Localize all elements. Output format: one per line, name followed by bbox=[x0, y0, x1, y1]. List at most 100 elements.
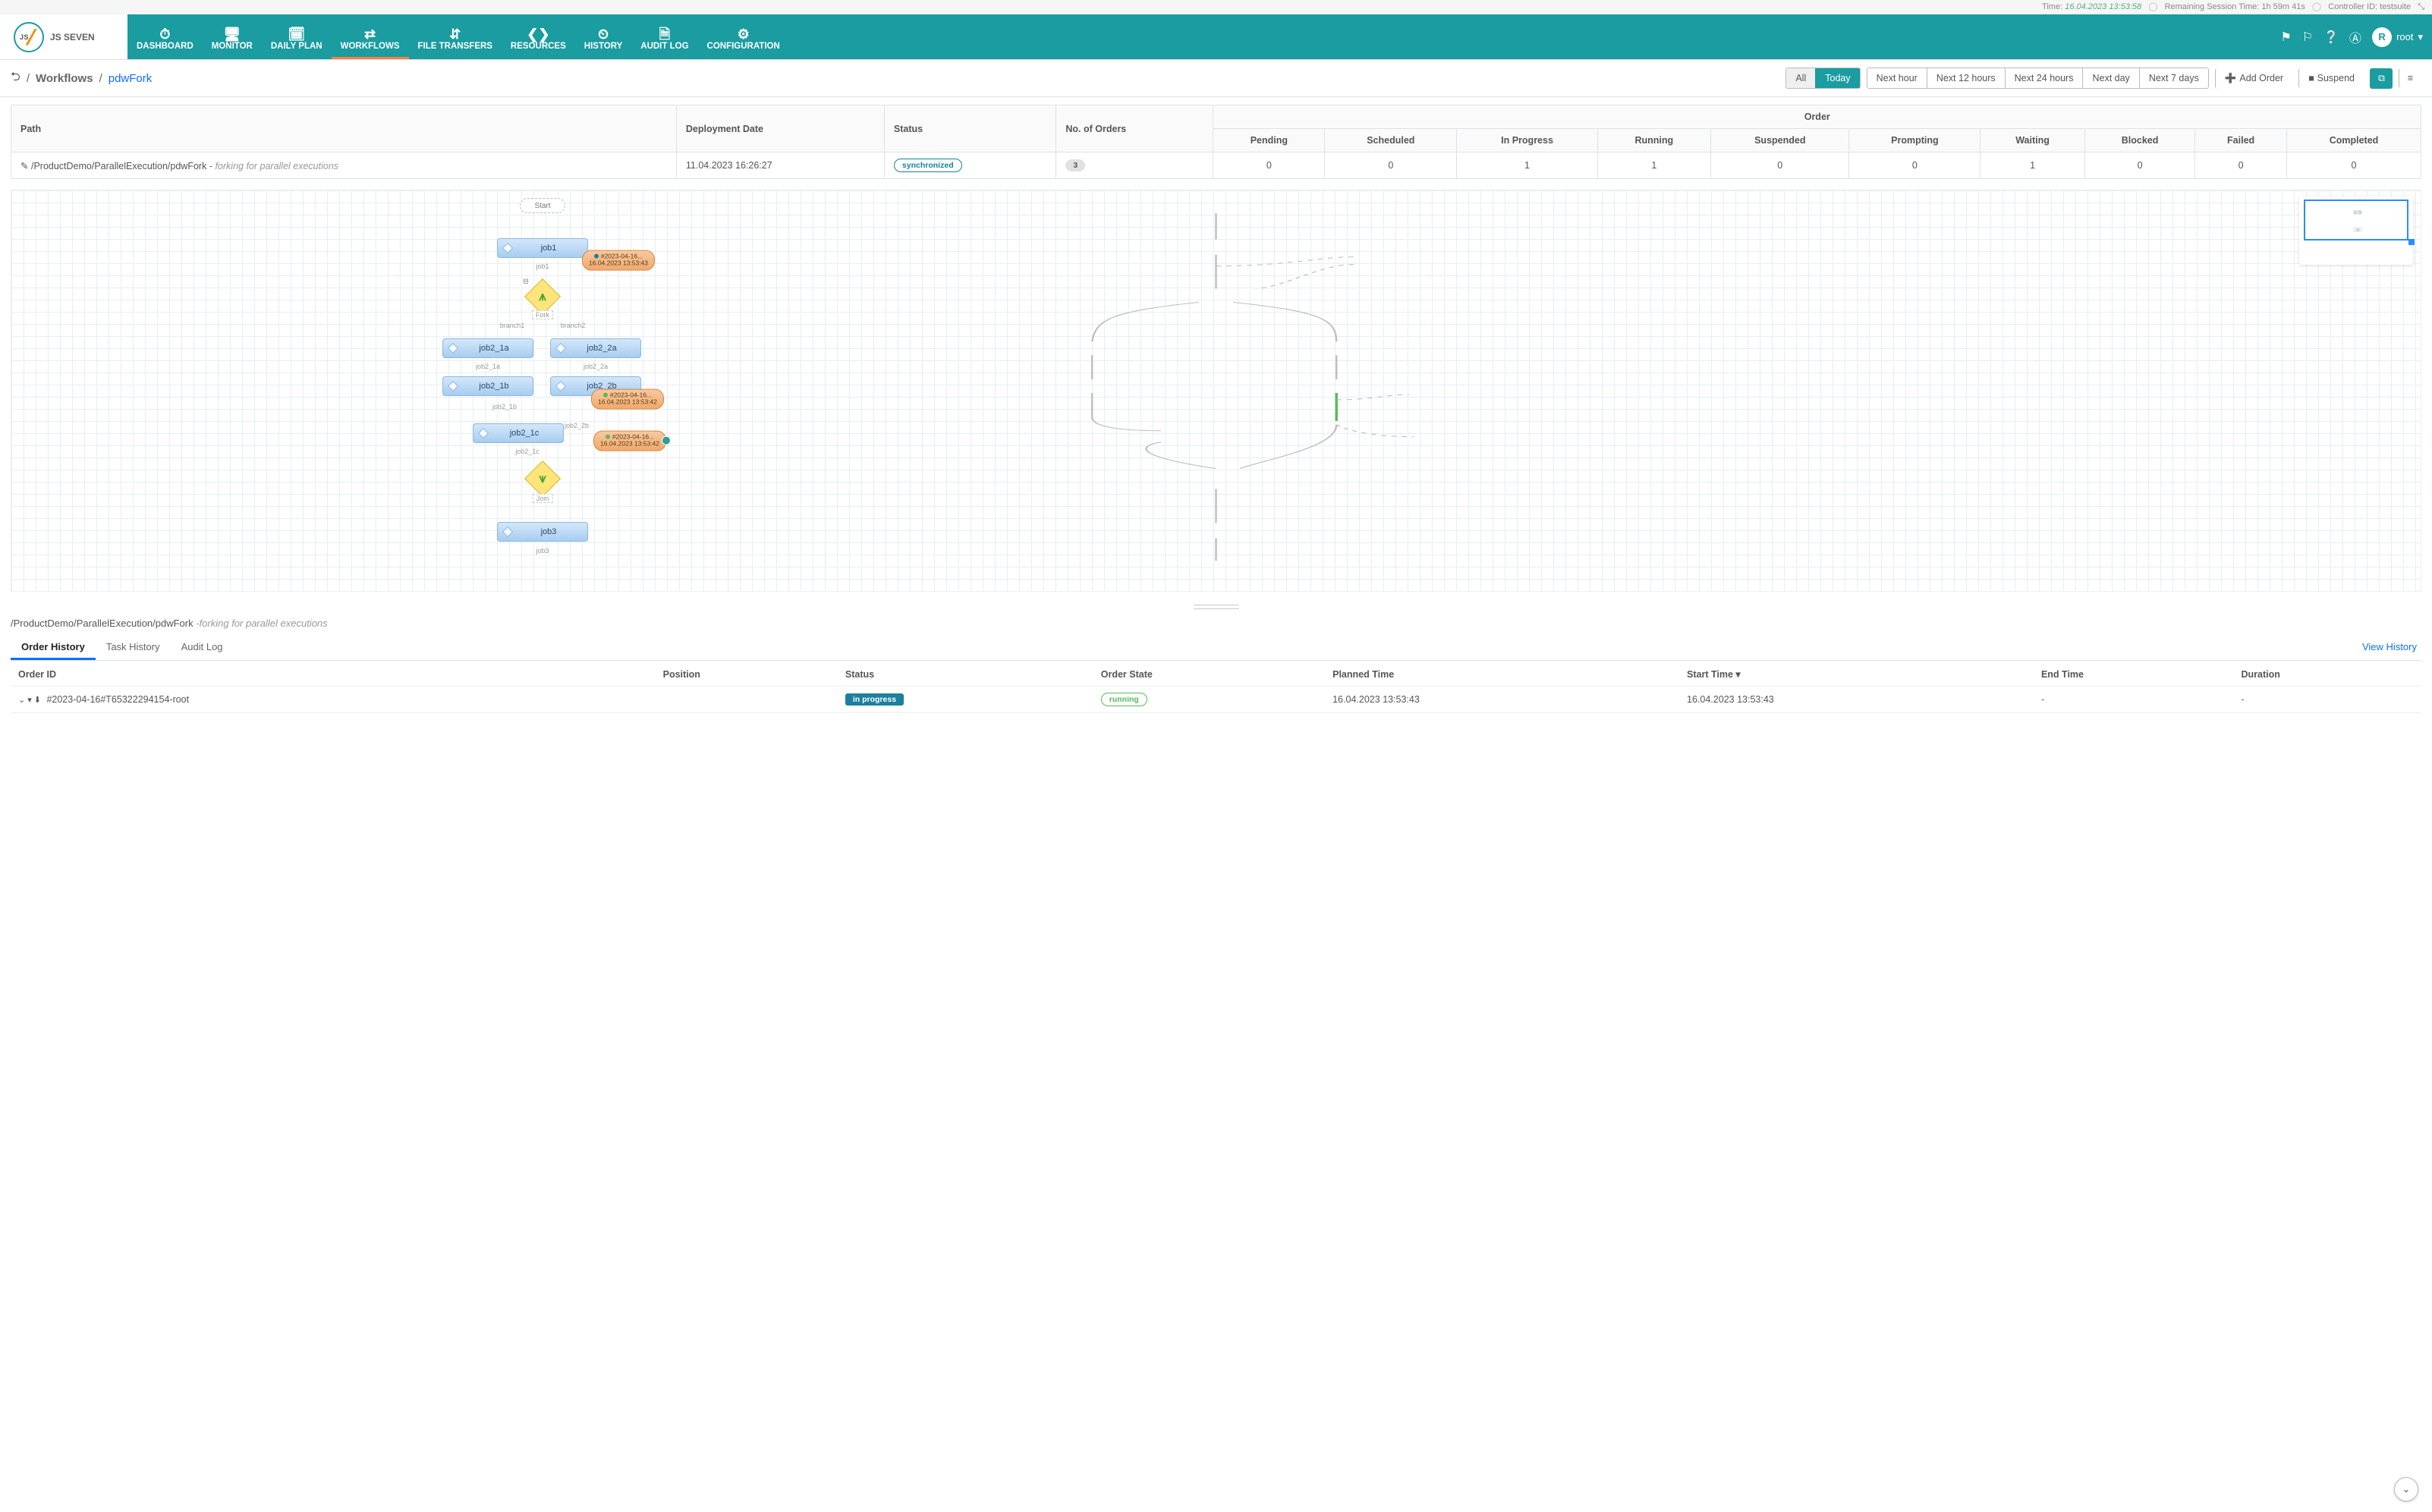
tree-icon-button[interactable]: ⧉ bbox=[2370, 68, 2393, 89]
node-job1[interactable]: job1 bbox=[497, 238, 588, 258]
col-state[interactable]: Order State bbox=[1093, 662, 1325, 687]
detail-path: /ProductDemo/ParallelExecution/pdwFork bbox=[11, 618, 193, 629]
col-order-completed[interactable]: Completed bbox=[2286, 129, 2421, 152]
nav-workflows[interactable]: ⇄WORKFLOWS bbox=[332, 14, 409, 59]
nav-daily-plan[interactable]: 🗓DAILY PLAN bbox=[262, 14, 332, 59]
flag-outline-icon[interactable]: ⚐ bbox=[2302, 30, 2313, 45]
add-order-button[interactable]: ➕Add Order bbox=[2215, 68, 2292, 89]
order-tag-3[interactable]: #2023-04-16...16.04.2023 13:53:42 bbox=[593, 431, 666, 451]
node-job2-2a[interactable]: job2_2a bbox=[550, 338, 641, 358]
logo[interactable]: JS JS SEVEN bbox=[0, 14, 127, 59]
row-order-id: #2023-04-16#T65322294154-root bbox=[46, 694, 189, 705]
detail-tabs: Order History Task History Audit Log Vie… bbox=[11, 633, 2421, 661]
history-icon: ⏲ bbox=[598, 27, 609, 42]
col-deploy[interactable]: Deployment Date bbox=[676, 105, 884, 152]
menu-icon-button[interactable]: ≡ bbox=[2399, 68, 2421, 88]
node-start[interactable]: Start bbox=[520, 198, 565, 213]
expand-panel-button[interactable]: ⌄ bbox=[2394, 1477, 2418, 1501]
node-job2-1a[interactable]: job2_1a bbox=[442, 338, 533, 358]
nav-history[interactable]: ⏲HISTORY bbox=[575, 14, 631, 59]
back-icon[interactable]: ⮌ bbox=[11, 68, 20, 89]
col-path[interactable]: Path bbox=[11, 105, 677, 152]
time-label: Time: bbox=[2042, 2, 2062, 11]
status-badge: in progress bbox=[845, 693, 904, 706]
flag-solid-icon[interactable]: ⚑ bbox=[2280, 30, 2291, 45]
language-icon[interactable]: Ⓐ bbox=[2349, 28, 2361, 46]
col-order-suspended[interactable]: Suspended bbox=[1711, 129, 1849, 152]
suspend-button[interactable]: ■Suspend bbox=[2298, 68, 2364, 88]
nav-file-transfers[interactable]: ⇵FILE TRANSFERS bbox=[409, 14, 502, 59]
col-order-scheduled[interactable]: Scheduled bbox=[1325, 129, 1457, 152]
workflow-canvas[interactable]: Start job1 job1 #2023-04-16...16.04.2023… bbox=[11, 190, 2421, 592]
num-badge: 3 bbox=[1065, 159, 1085, 171]
breadcrumb-level-1[interactable]: Workflows bbox=[36, 72, 93, 85]
expand-icon[interactable]: ⌄ bbox=[18, 695, 25, 705]
col-order-pending[interactable]: Pending bbox=[1213, 129, 1325, 152]
daily plan-icon: 🗓 bbox=[288, 27, 305, 42]
col-status[interactable]: Status bbox=[884, 105, 1056, 152]
nav-monitor[interactable]: 🖥MONITOR bbox=[203, 14, 262, 59]
summary-row[interactable]: ✎ /ProductDemo/ParallelExecution/pdwFork… bbox=[11, 152, 2421, 179]
range-next-12-hours[interactable]: Next 12 hours bbox=[1927, 68, 2005, 88]
audit log-icon: 🗎 bbox=[659, 27, 670, 42]
range-today[interactable]: Today bbox=[1815, 68, 1859, 88]
range-all[interactable]: All bbox=[1786, 68, 1815, 88]
col-end[interactable]: End Time bbox=[2034, 662, 2234, 687]
tab-task-history[interactable]: Task History bbox=[96, 633, 171, 660]
range-next-24-hours[interactable]: Next 24 hours bbox=[2005, 68, 2083, 88]
plus-icon: ➕ bbox=[2225, 73, 2237, 84]
tab-order-history[interactable]: Order History bbox=[11, 633, 96, 660]
order-tag-2[interactable]: #2023-04-16...16.04.2023 13:53:42 bbox=[591, 389, 664, 410]
order-tag-1[interactable]: #2023-04-16...16.04.2023 13:53:43 bbox=[582, 250, 655, 271]
row-path[interactable]: /ProductDemo/ParallelExecution/pdwFork bbox=[31, 161, 206, 171]
range-controls: All Today Next hourNext 12 hoursNext 24 … bbox=[1785, 68, 2421, 89]
detail-panel: /ProductDemo/ParallelExecution/pdwFork -… bbox=[0, 611, 2432, 724]
col-status[interactable]: Status bbox=[838, 662, 1093, 687]
logo-text: JS SEVEN bbox=[50, 32, 95, 42]
help-icon[interactable]: ❔ bbox=[2323, 30, 2339, 45]
user-menu[interactable]: R root ▾ bbox=[2372, 27, 2423, 47]
download-icon[interactable]: ⬇ bbox=[34, 695, 41, 705]
session-label: Remaining Session Time: bbox=[2165, 2, 2260, 11]
join-gateway[interactable]: ⩛ bbox=[524, 461, 561, 497]
collapse-icon[interactable]: ⊟ bbox=[523, 278, 529, 286]
pane-divider[interactable] bbox=[0, 602, 2432, 611]
edit-icon[interactable]: ✎ bbox=[20, 161, 28, 171]
history-row[interactable]: ⌄ ▾ ⬇ #2023-04-16#T65322294154-root in p… bbox=[11, 687, 2421, 713]
col-duration[interactable]: Duration bbox=[2234, 662, 2422, 687]
node-job2-1c[interactable]: job2_1c bbox=[473, 423, 564, 443]
state-badge: running bbox=[1101, 693, 1147, 706]
col-num[interactable]: No. of Orders bbox=[1056, 105, 1213, 152]
node-job2-1b[interactable]: job2_1b bbox=[442, 376, 533, 396]
col-order-id[interactable]: Order ID bbox=[11, 662, 656, 687]
node-job3[interactable]: job3 bbox=[497, 522, 588, 542]
col-order-in-progress[interactable]: In Progress bbox=[1457, 129, 1597, 152]
file transfers-icon: ⇵ bbox=[449, 27, 461, 42]
col-order-failed[interactable]: Failed bbox=[2195, 129, 2287, 152]
minimap[interactable]: ▪▫▪▫▪▫ bbox=[2299, 196, 2413, 265]
range-next-hour[interactable]: Next hour bbox=[1867, 68, 1927, 88]
col-start[interactable]: Start Time ▾ bbox=[1679, 662, 2034, 687]
tab-audit-log[interactable]: Audit Log bbox=[171, 633, 234, 660]
resize-icon[interactable]: ⤡ bbox=[2418, 2, 2424, 11]
range-next-day[interactable]: Next day bbox=[2082, 68, 2138, 88]
nav-dashboard[interactable]: ⏱DASHBOARD bbox=[127, 14, 203, 59]
view-history-link[interactable]: View History bbox=[2358, 633, 2421, 660]
nav-audit-log[interactable]: 🗎AUDIT LOG bbox=[631, 14, 697, 59]
status-ring-icon bbox=[662, 436, 671, 445]
sub-bar: ⮌ / Workflows / pdwFork All Today Next h… bbox=[0, 60, 2432, 97]
controller-value: testsuite bbox=[2380, 2, 2411, 11]
col-order-blocked[interactable]: Blocked bbox=[2084, 129, 2194, 152]
col-order-prompting[interactable]: Prompting bbox=[1849, 129, 1981, 152]
nav-resources[interactable]: ❮❯RESOURCES bbox=[502, 14, 575, 59]
fork-gateway[interactable]: ⩚ bbox=[524, 278, 561, 315]
nav-configuration[interactable]: ⚙CONFIGURATION bbox=[698, 14, 789, 59]
col-order-running[interactable]: Running bbox=[1597, 129, 1710, 152]
caret-icon[interactable]: ▾ bbox=[27, 695, 32, 705]
col-order-waiting[interactable]: Waiting bbox=[1981, 129, 2085, 152]
session-value: 1h 59m 41s bbox=[2261, 2, 2305, 11]
logo-icon: JS bbox=[14, 22, 44, 52]
range-next-7-days[interactable]: Next 7 days bbox=[2139, 68, 2208, 88]
col-position[interactable]: Position bbox=[656, 662, 838, 687]
col-planned[interactable]: Planned Time bbox=[1325, 662, 1679, 687]
